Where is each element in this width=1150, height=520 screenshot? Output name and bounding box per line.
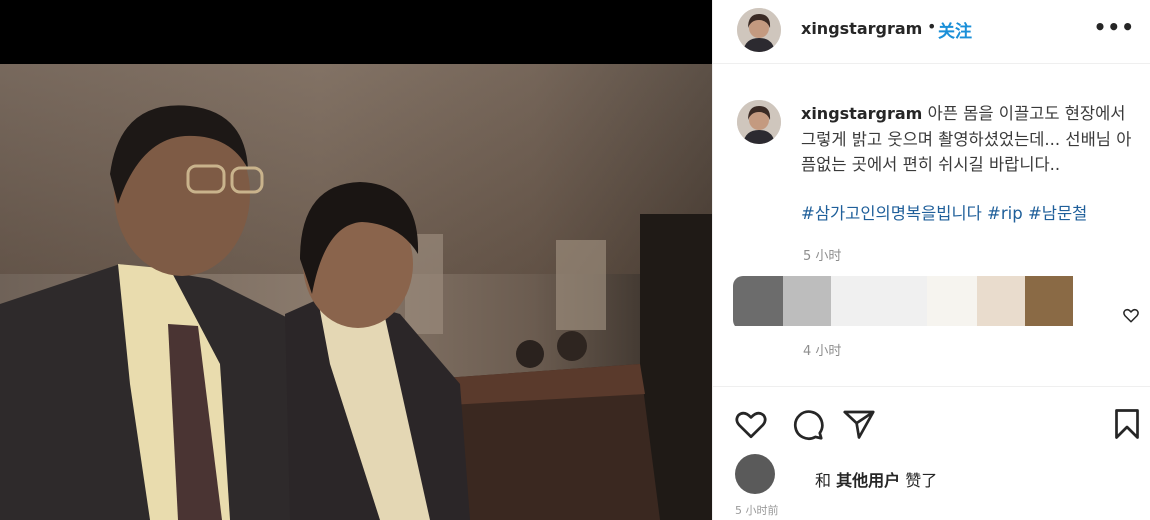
liked-by-suffix: 赞了 bbox=[905, 471, 938, 490]
bookmark-icon[interactable] bbox=[1109, 406, 1145, 442]
heart-icon[interactable] bbox=[733, 406, 769, 442]
liked-by-text[interactable]: 和 其他用户 赞了 bbox=[815, 467, 937, 491]
more-options-icon[interactable]: ••• bbox=[1094, 15, 1135, 39]
blurred-comment-avatar bbox=[733, 276, 783, 330]
post-caption: xingstargram 아픈 몸을 이끌고도 현장에서 그렇게 밝고 웃으며 … bbox=[801, 101, 1143, 178]
post-media-panel bbox=[0, 0, 712, 520]
send-icon[interactable] bbox=[841, 406, 877, 442]
small-heart-icon[interactable] bbox=[1122, 306, 1140, 324]
blurred-comment-content bbox=[831, 276, 927, 326]
comment-timestamp: 4 小时 bbox=[803, 344, 842, 359]
post-timestamp: 5 小时前 bbox=[735, 504, 779, 517]
liked-by-avatar[interactable] bbox=[735, 454, 775, 494]
caption-hashtags[interactable]: #삼가고인의명복을빕니다 #rip #남문철 bbox=[801, 201, 1143, 226]
blurred-comment-content bbox=[927, 276, 977, 326]
post-header: xingstargram • 关注 ••• bbox=[713, 0, 1150, 64]
blurred-comment-content bbox=[977, 276, 1025, 326]
blurred-comment-content bbox=[1025, 276, 1073, 326]
caption-author-avatar[interactable] bbox=[737, 100, 781, 144]
author-avatar[interactable] bbox=[737, 8, 781, 52]
liked-by-others-link[interactable]: 其他用户 bbox=[836, 471, 900, 490]
author-username[interactable]: xingstargram bbox=[801, 19, 922, 38]
comment-icon[interactable] bbox=[789, 406, 825, 442]
caption-username[interactable]: xingstargram bbox=[801, 104, 922, 123]
blurred-comment-content bbox=[783, 276, 831, 326]
section-divider bbox=[713, 386, 1150, 387]
post-photo[interactable] bbox=[0, 64, 712, 520]
liked-by-prefix: 和 bbox=[815, 471, 832, 490]
caption-timestamp: 5 小时 bbox=[803, 249, 842, 264]
post-sidebar: xingstargram • 关注 ••• xingstargram 아픈 몸을… bbox=[712, 0, 1150, 520]
post-action-bar bbox=[713, 400, 1150, 450]
follow-button[interactable]: 关注 bbox=[938, 17, 972, 42]
follow-separator: • bbox=[927, 17, 937, 36]
blurred-comment-content bbox=[733, 326, 783, 356]
